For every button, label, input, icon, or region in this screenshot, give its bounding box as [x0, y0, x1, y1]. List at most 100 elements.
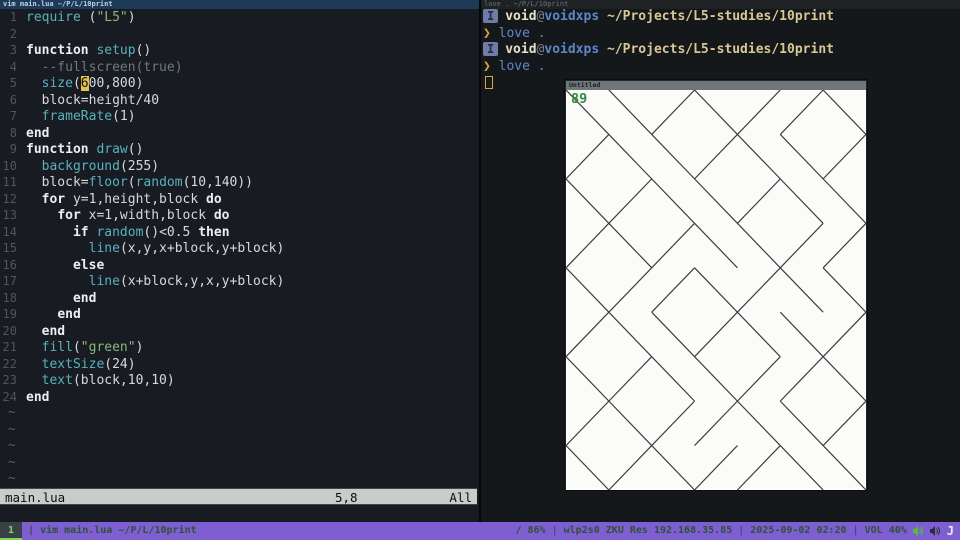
empty-buffer-line: ~ [0, 471, 16, 486]
code-token: function [26, 142, 89, 157]
line-number: 9 [9, 142, 17, 156]
statusbar-segment: 2025-09-02 02:20 [750, 525, 847, 536]
shell-command: ❯ love . [483, 59, 959, 76]
code-line[interactable]: 8 end [0, 125, 479, 142]
os-badge-icon: I [483, 9, 499, 23]
code-token: y=1,height,block [65, 191, 207, 207]
code-line[interactable]: 14 if random()<0.5 then [0, 224, 479, 241]
statusbar-separator: | [852, 525, 859, 536]
statusline-filename: main.lua [5, 490, 66, 505]
code-line[interactable]: 2 [0, 26, 479, 43]
code-token: ( [72, 76, 81, 91]
code-line[interactable]: 15 line(x,y,x+block,y+block) [0, 240, 479, 257]
volume-muted-icon[interactable] [929, 526, 941, 536]
empty-buffer-line: ~ [0, 438, 16, 453]
shell-prompt: Ivoid@voidxps ~/Projects/L5-studies/10pr… [483, 9, 959, 26]
prompt-user: void [505, 9, 537, 24]
prompt-user: void [505, 42, 537, 57]
code-token: for [41, 191, 66, 207]
os-badge-icon: I [483, 42, 499, 56]
statusbar-separator: | [551, 525, 558, 536]
code-line[interactable]: 19 end [0, 306, 479, 323]
code-line[interactable]: 1 require ("L5") [0, 9, 479, 26]
sketch-canvas: 89 [566, 90, 866, 490]
line-number: 1 [9, 10, 17, 24]
code-token: ()<0.5 [143, 224, 199, 240]
shell-command: ❯ love . [483, 26, 959, 43]
sketch-window-titlebar[interactable]: Untitled [566, 81, 866, 90]
tmux-window-tab[interactable]: 1 [0, 522, 23, 540]
code-line[interactable]: 5 size(600,800) [0, 75, 479, 92]
statusbar-separator: | [738, 525, 745, 536]
terminal-cursor[interactable] [485, 76, 493, 89]
code-buffer[interactable]: 1 require ("L5") 2 3 function setup() 4 --ful… [0, 9, 479, 488]
code-line[interactable]: 6 block=height/40 [0, 92, 479, 109]
code-line[interactable]: 23 text(block,10,10) [0, 372, 479, 389]
code-token: end [41, 323, 66, 339]
code-token: do [213, 208, 230, 223]
code-line[interactable]: 16 else [0, 257, 479, 274]
code-token: end [72, 290, 97, 306]
prompt-path: ~/Projects/L5-studies/10print [599, 42, 834, 57]
code-token: random [96, 224, 144, 240]
terminal-pane[interactable]: love . ~/P/L/10print Ivoid@voidxps ~/Pro… [481, 0, 960, 522]
code-token: if [72, 224, 89, 240]
code-line[interactable]: 9 function draw() [0, 141, 479, 158]
code-line[interactable]: 22 textSize(24) [0, 356, 479, 373]
code-line[interactable]: 24 end [0, 389, 479, 406]
code-token: ( [72, 340, 81, 355]
code-token: else [72, 257, 105, 273]
code-token: (24) [104, 356, 136, 372]
prompt-host: voidxps [544, 9, 600, 24]
code-line[interactable]: 13 for x=1,width,block do [0, 207, 479, 224]
prompt-host: voidxps [544, 42, 600, 57]
code-token: end [26, 125, 50, 141]
line-number: 8 [9, 125, 17, 140]
code-line[interactable]: 21 fill("green") [0, 339, 479, 356]
tray-logo-icon[interactable]: J [947, 522, 954, 540]
code-line[interactable]: 3 function setup() [0, 42, 479, 59]
code-token: block= [26, 175, 89, 190]
vim-statusline: main.lua 5,8 All [0, 488, 477, 505]
code-line[interactable]: 10 background(255) [0, 158, 479, 175]
sketch-window: Untitled 89 [565, 80, 867, 490]
code-token: (1) [112, 109, 136, 124]
line-number: 10 [2, 158, 17, 173]
code-line[interactable]: 17 line(x+block,y,x,y+block) [0, 273, 479, 290]
code-token: frameRate [41, 109, 113, 124]
code-token: floor [88, 175, 128, 190]
command-text: love . [498, 58, 546, 74]
line-number: 7 [9, 109, 17, 123]
volume-on-icon[interactable] [912, 526, 924, 536]
code-token: x=1,width,block [80, 208, 214, 223]
code-token: ( [80, 10, 97, 25]
line-number: 11 [2, 175, 17, 189]
empty-buffer-line: ~ [0, 421, 16, 437]
code-line[interactable]: 20 end [0, 323, 479, 340]
right-pane-titlebar: love . ~/P/L/10print [481, 0, 960, 9]
code-token: size [41, 76, 73, 91]
code-line[interactable]: 18 end [0, 290, 479, 307]
line-number: 5 [9, 76, 17, 90]
vim-pane[interactable]: vim main.lua ~/P/L/10print 1 require ("L5… [0, 0, 479, 522]
code-line[interactable]: 4 --fullscreen(true) [0, 59, 479, 76]
line-number: 24 [2, 389, 17, 404]
vim-cursor: 6 [80, 76, 89, 91]
code-token: "L5" [96, 10, 128, 25]
code-line[interactable]: 7 frameRate(1) [0, 108, 479, 125]
code-line[interactable]: 11 block=floor(random(10,140)) [0, 174, 479, 191]
prompt-path: ~/Projects/L5-studies/10print [599, 9, 834, 24]
code-line[interactable]: 12 for y=1,height,block do [0, 191, 479, 208]
line-number: 16 [2, 257, 17, 272]
tmux-window-index: 1 [8, 525, 15, 536]
code-token: do [206, 191, 222, 207]
code-token: (x,y,x+block,y+block) [119, 241, 285, 256]
